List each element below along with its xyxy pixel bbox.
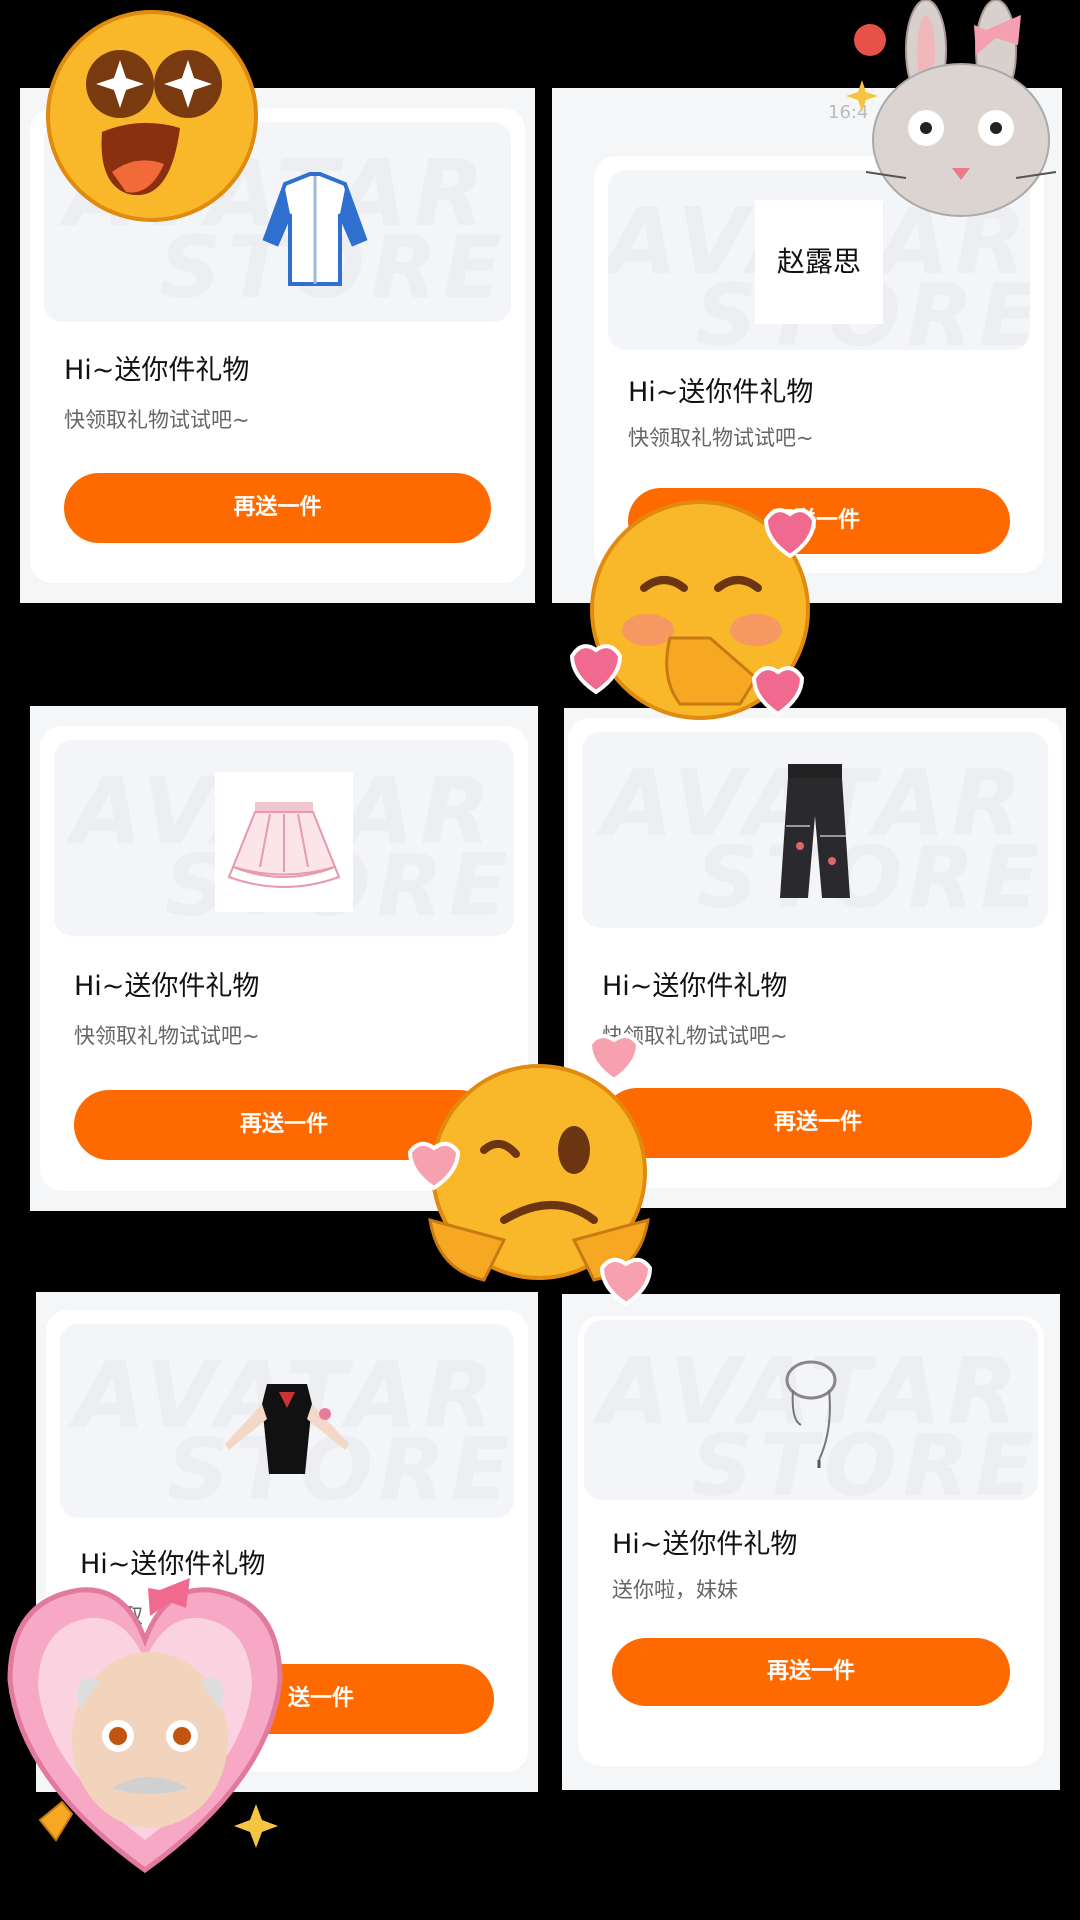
resend-gift-button[interactable]: 再送一件 xyxy=(64,473,491,543)
card-subtitle: 快领取礼物试试吧~ xyxy=(74,1024,260,1048)
necklace-icon xyxy=(771,1350,851,1470)
gift-banner: AVATAR STORE xyxy=(582,732,1048,928)
gift-banner: AVATAR STORE xyxy=(54,740,514,936)
card-body: AVATAR STORE Hi~送你件礼物 送你啦，妹妹 再送一件 xyxy=(578,1316,1044,1766)
card-subtitle: 快领取礼物试试吧~ xyxy=(64,408,250,432)
skirt-icon xyxy=(215,772,353,912)
star-struck-emoji-icon xyxy=(40,4,264,228)
card-title: Hi~送你件礼物 xyxy=(612,1529,798,1560)
gift-card-6: AVATAR STORE Hi~送你件礼物 送你啦，妹妹 再送一件 xyxy=(562,1294,1060,1790)
woozy-emoji-icon xyxy=(404,1030,674,1320)
resend-gift-button[interactable]: 再送一件 xyxy=(612,1638,1010,1706)
pants-icon xyxy=(770,756,860,906)
card-title: Hi~送你件礼物 xyxy=(74,971,260,1002)
watermark-store: STORE xyxy=(691,1416,1038,1500)
card-subtitle: 送你啦，妹妹 xyxy=(612,1578,738,1602)
card-title: Hi~送你件礼物 xyxy=(64,355,250,386)
gift-banner: AVATAR STORE xyxy=(584,1320,1038,1500)
blushing-emoji-icon xyxy=(560,478,830,748)
watermark-store: STORE xyxy=(696,828,1046,928)
card-title: Hi~送你件礼物 xyxy=(602,971,788,1002)
gift-banner: AVATAR STORE xyxy=(60,1324,514,1518)
card-title: Hi~送你件礼物 xyxy=(628,377,814,408)
top-icon xyxy=(217,1364,357,1494)
jacket-icon xyxy=(255,144,375,294)
old-man-heart-sticker-icon xyxy=(0,1570,290,1880)
card-subtitle: 快领取礼物试试吧~ xyxy=(628,426,814,450)
bunny-face-sticker-icon xyxy=(846,0,1080,230)
